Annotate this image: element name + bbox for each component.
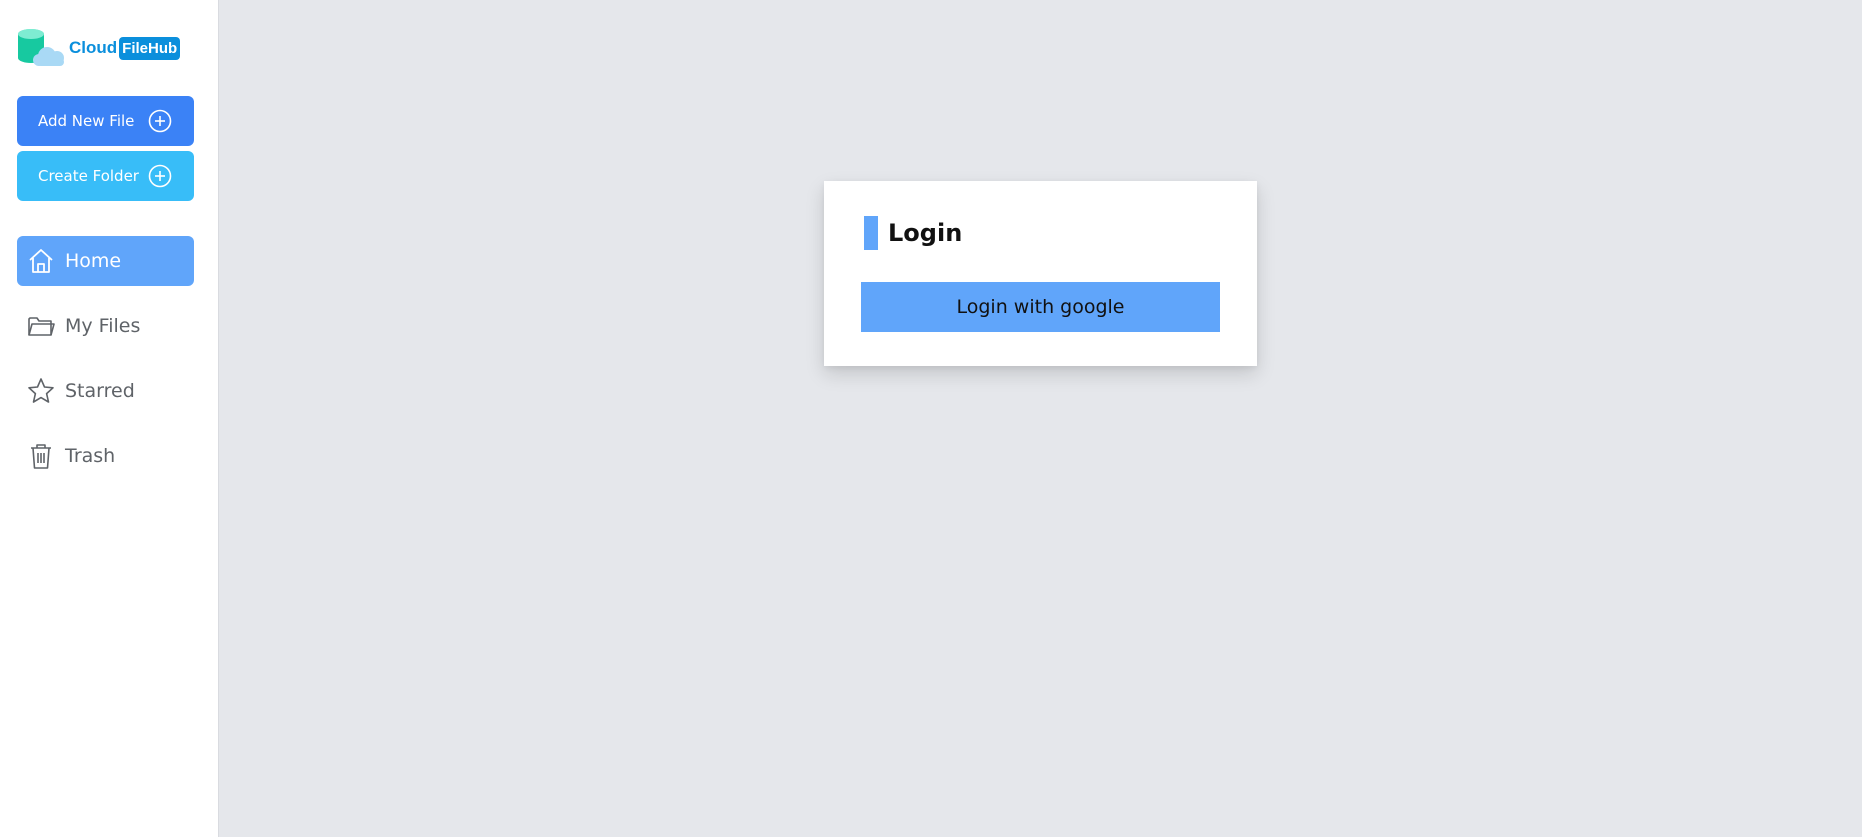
add-new-file-button[interactable]: Add New File: [17, 96, 194, 146]
folder-icon: [27, 312, 55, 340]
nav-item-label: Starred: [65, 380, 135, 402]
nav-item-my-files[interactable]: My Files: [17, 301, 194, 351]
cloud-database-icon: [18, 29, 64, 66]
add-new-file-label: Add New File: [38, 112, 135, 130]
create-folder-label: Create Folder: [38, 167, 139, 185]
plus-circle-icon: [148, 164, 172, 188]
nav-item-label: Trash: [65, 445, 116, 467]
title-accent-bar: [864, 216, 878, 250]
login-card: Login Login with google: [824, 181, 1257, 366]
brand-name-filehub: FileHub: [119, 36, 181, 60]
nav-item-starred[interactable]: Starred: [17, 366, 194, 416]
nav-item-trash[interactable]: Trash: [17, 431, 194, 481]
nav-item-home[interactable]: Home: [17, 236, 194, 286]
login-title: Login: [888, 219, 963, 247]
brand-logo[interactable]: Cloud FileHub: [17, 28, 181, 68]
login-with-google-button[interactable]: Login with google: [861, 282, 1220, 332]
brand-name-cloud: Cloud: [69, 38, 118, 57]
star-icon: [27, 377, 55, 405]
trash-icon: [27, 442, 55, 470]
login-title-row: Login: [864, 216, 962, 250]
sidebar: Cloud FileHub Add New File Create Folder…: [0, 0, 219, 837]
plus-circle-icon: [148, 109, 172, 133]
create-folder-button[interactable]: Create Folder: [17, 151, 194, 201]
login-with-google-label: Login with google: [956, 296, 1125, 318]
home-icon: [27, 247, 55, 275]
brand-name: Cloud FileHub: [69, 36, 181, 60]
nav-item-label: My Files: [65, 315, 141, 337]
nav-item-label: Home: [65, 250, 122, 272]
